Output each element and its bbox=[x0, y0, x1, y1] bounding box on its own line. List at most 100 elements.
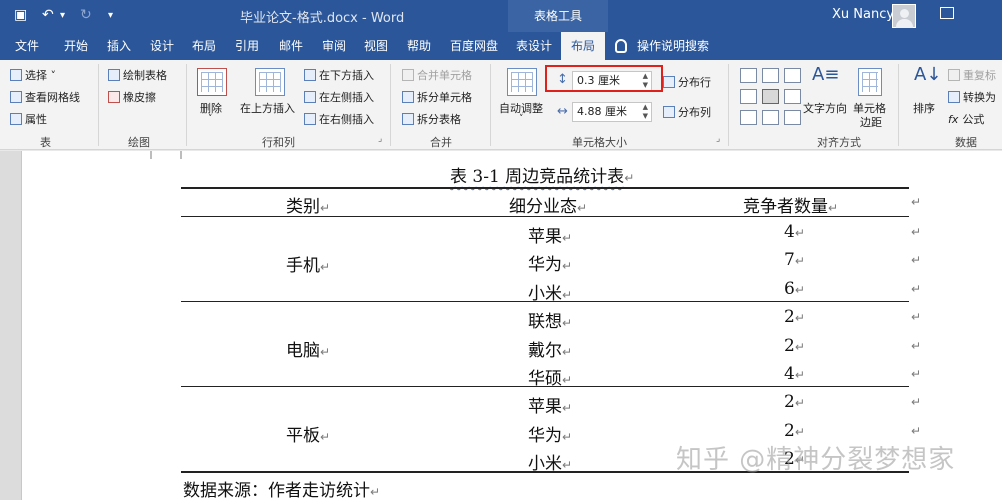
count-text: 7 bbox=[784, 250, 795, 270]
ribbon-display-options-icon[interactable] bbox=[940, 7, 954, 19]
user-name[interactable]: Xu Nancy bbox=[832, 7, 894, 22]
cell-mark: ↵ bbox=[794, 340, 805, 354]
group-divider-rule bbox=[181, 386, 909, 387]
tell-me-search[interactable]: 操作说明搜索 bbox=[615, 32, 709, 60]
eraser-button[interactable]: 橡皮擦 bbox=[108, 89, 156, 105]
cell-margins-icon[interactable] bbox=[858, 68, 882, 96]
rows-cols-launcher-icon[interactable]: ⌟ bbox=[378, 134, 382, 144]
tab-help[interactable]: 帮助 bbox=[405, 32, 433, 60]
column-width-spinner[interactable]: 4.88 厘米 ▲ ▼ bbox=[572, 102, 652, 122]
text-direction-icon[interactable]: A≡ bbox=[812, 64, 839, 85]
row-end-mark: ↵ bbox=[911, 282, 922, 296]
spinner-arrows-icon[interactable]: ▲ ▼ bbox=[643, 103, 648, 121]
delete-table-icon[interactable] bbox=[197, 68, 227, 96]
category-text: 电脑 bbox=[286, 341, 320, 361]
align-middle-right-icon[interactable] bbox=[784, 89, 801, 104]
cell-size-launcher-icon[interactable]: ⌟ bbox=[716, 134, 720, 144]
grid-icon bbox=[201, 72, 223, 92]
tab-view[interactable]: 视图 bbox=[362, 32, 390, 60]
formula-button[interactable]: fx 公式 bbox=[948, 111, 984, 127]
align-top-left-icon[interactable] bbox=[740, 68, 757, 83]
merge-cells-label: 合并单元格 bbox=[417, 69, 472, 82]
formula-label: 公式 bbox=[962, 113, 985, 126]
insert-above-icon[interactable] bbox=[255, 68, 285, 96]
insert-below-label: 在下方插入 bbox=[319, 69, 374, 82]
select-button[interactable]: 选择 ˅ bbox=[10, 67, 56, 83]
merge-cells-button[interactable]: 合并单元格 bbox=[402, 67, 472, 83]
align-bottom-right-icon[interactable] bbox=[784, 110, 801, 125]
cell-mark: ↵ bbox=[320, 260, 331, 274]
tab-table-design[interactable]: 表设计 bbox=[514, 32, 554, 60]
distribute-columns-label: 分布列 bbox=[678, 106, 711, 119]
convert-to-text-button[interactable]: 转换为 bbox=[948, 89, 996, 105]
tab-table-layout[interactable]: 布局 bbox=[561, 32, 606, 60]
distribute-columns-button[interactable]: 分布列 bbox=[663, 104, 711, 120]
group-label-draw: 绘图 bbox=[128, 136, 150, 149]
cell-mark: ↵ bbox=[562, 430, 573, 444]
tab-design[interactable]: 设计 bbox=[148, 32, 176, 60]
sort-label[interactable]: 排序 bbox=[913, 100, 935, 116]
tab-mailings[interactable]: 邮件 bbox=[277, 32, 305, 60]
delete-dropdown-icon[interactable]: ˅ bbox=[208, 114, 213, 124]
tab-baidu-netdisk[interactable]: 百度网盘 bbox=[448, 32, 500, 60]
brand-cell: 苹果↵ bbox=[528, 392, 572, 417]
distribute-rows-button[interactable]: 分布行 bbox=[663, 74, 711, 90]
insert-right-button[interactable]: 在右侧插入 bbox=[304, 111, 374, 127]
column-width-icon: ↔ bbox=[557, 104, 568, 119]
brand-cell: 华为↵ bbox=[528, 421, 572, 446]
group-divider bbox=[490, 64, 491, 146]
cell-mark: ↵ bbox=[320, 345, 331, 359]
table-caption: 表 3-1 周边竞品统计表↵ bbox=[450, 162, 634, 187]
header-category: 类别↵ bbox=[286, 192, 330, 217]
data-source-text: 数据来源：作者走访统计 bbox=[183, 481, 370, 500]
sort-icon[interactable]: A↓ bbox=[914, 64, 941, 85]
insert-left-button[interactable]: 在左侧插入 bbox=[304, 89, 374, 105]
align-top-right-icon[interactable] bbox=[784, 68, 801, 83]
undo-dropdown-icon[interactable]: ▾ bbox=[60, 10, 65, 21]
count-text: 2 bbox=[784, 336, 795, 356]
group-label-merge: 合并 bbox=[430, 136, 452, 149]
category-cell: 手机↵ bbox=[286, 251, 330, 276]
align-top-center-icon[interactable] bbox=[762, 68, 779, 83]
brand-text: 苹果 bbox=[528, 397, 562, 417]
undo-icon[interactable]: ↶ bbox=[42, 7, 54, 23]
autofit-dropdown-icon[interactable]: ˅ bbox=[519, 114, 524, 124]
cell-margins-label-line2[interactable]: 边距 bbox=[860, 114, 882, 130]
watermark: 知乎 @精神分裂梦想家 bbox=[676, 445, 956, 475]
draw-table-button[interactable]: 绘制表格 bbox=[108, 67, 167, 83]
tab-review[interactable]: 审阅 bbox=[320, 32, 348, 60]
insert-above-label[interactable]: 在上方插入 bbox=[240, 100, 295, 116]
insert-below-button[interactable]: 在下方插入 bbox=[304, 67, 374, 83]
customize-quick-access-icon[interactable]: ▾ bbox=[108, 10, 113, 21]
row-height-highlight-box bbox=[545, 65, 663, 92]
tab-insert[interactable]: 插入 bbox=[105, 32, 133, 60]
split-table-button[interactable]: 拆分表格 bbox=[402, 111, 461, 127]
group-label-table: 表 bbox=[40, 136, 51, 149]
align-bottom-center-icon[interactable] bbox=[762, 110, 779, 125]
repeat-header-button[interactable]: 重复标 bbox=[948, 67, 996, 83]
word-window: ▣ ↶ ▾ ↻ ▾ 毕业论文-格式.docx - Word 表格工具 Xu Na… bbox=[0, 0, 1002, 500]
align-middle-center-icon[interactable] bbox=[762, 89, 779, 104]
tab-references[interactable]: 引用 bbox=[233, 32, 261, 60]
save-icon[interactable]: ▣ bbox=[14, 7, 27, 23]
avatar[interactable] bbox=[892, 4, 916, 28]
autofit-icon[interactable] bbox=[507, 68, 537, 96]
text-direction-label[interactable]: 文字方向 bbox=[803, 100, 847, 116]
properties-button[interactable]: 属性 bbox=[10, 111, 47, 127]
view-gridlines-button[interactable]: 查看网格线 bbox=[10, 89, 80, 105]
group-divider bbox=[728, 64, 729, 146]
row-end-mark: ↵ bbox=[911, 195, 922, 209]
align-bottom-left-icon[interactable] bbox=[740, 110, 757, 125]
align-middle-left-icon[interactable] bbox=[740, 89, 757, 104]
cell-mark: ↵ bbox=[794, 311, 805, 325]
tab-home[interactable]: 开始 bbox=[62, 32, 90, 60]
tab-layout[interactable]: 布局 bbox=[190, 32, 218, 60]
count-cell: 6↵ bbox=[784, 279, 805, 299]
split-cells-button[interactable]: 拆分单元格 bbox=[402, 89, 472, 105]
repeat-header-label: 重复标 bbox=[963, 69, 996, 82]
tab-file[interactable]: 文件 bbox=[13, 32, 41, 60]
merge-cells-icon bbox=[402, 69, 414, 81]
distribute-rows-icon bbox=[663, 76, 675, 88]
redo-icon[interactable]: ↻ bbox=[80, 7, 92, 23]
cell-mark: ↵ bbox=[794, 226, 805, 240]
